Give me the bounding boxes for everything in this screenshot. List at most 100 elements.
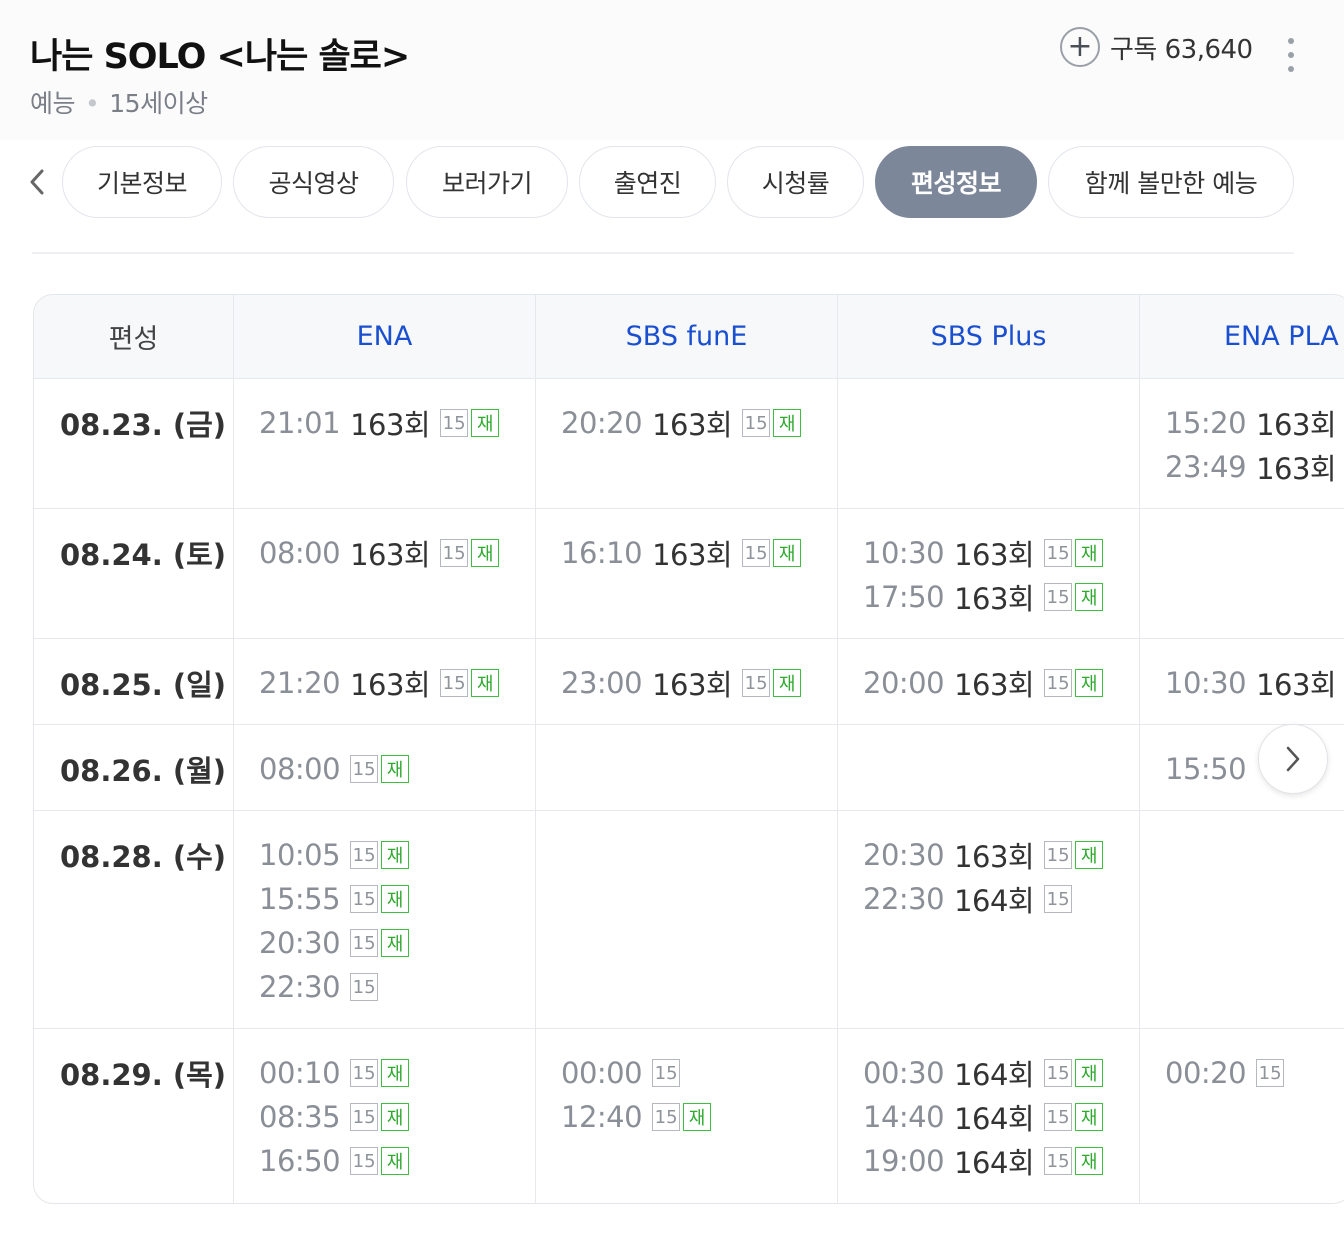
broadcast-entry[interactable]: 00:20 15 <box>1165 1051 1344 1095</box>
tab-cast[interactable]: 출연진 <box>579 146 716 218</box>
broadcast-time: 16:50 <box>259 1144 341 1178</box>
schedule-cell <box>838 725 1140 811</box>
age-rating-badge: 15 <box>350 973 379 1001</box>
schedule-cell: 00:30 164회 15 재 14:40 164회 15 재 19:00 164회 15 재 <box>838 1029 1140 1203</box>
broadcast-entry[interactable]: 22:30 164회 15 <box>863 877 1139 921</box>
episode-number: 163회 <box>350 668 431 702</box>
age-rating-badge: 15 <box>1256 1059 1285 1087</box>
broadcast-entry[interactable]: 00:10 15 재 <box>259 1051 535 1095</box>
rerun-badge: 재 <box>381 1147 410 1175</box>
schedule-date-label: 08.28. (수) <box>60 840 227 874</box>
broadcast-entry[interactable]: 23:49 163회 <box>1165 445 1344 489</box>
broadcast-time: 00:00 <box>561 1056 643 1090</box>
channel-header[interactable]: SBS Plus <box>838 295 1140 379</box>
broadcast-time: 23:49 <box>1165 450 1247 484</box>
age-rating-badge: 15 <box>350 1059 379 1087</box>
broadcast-entry[interactable]: 12:40 15 재 <box>561 1095 837 1139</box>
chevron-left-icon <box>30 169 44 195</box>
rerun-badge: 재 <box>1075 1103 1104 1131</box>
broadcast-entry[interactable]: 20:30 163회 15 재 <box>863 833 1139 877</box>
schedule-cell <box>838 379 1140 509</box>
broadcast-entry[interactable]: 15:20 163회 <box>1165 401 1344 445</box>
broadcast-time: 00:20 <box>1165 1056 1247 1090</box>
subscribe-button[interactable]: + 구독 63,640 <box>1060 27 1253 67</box>
tab-ratings[interactable]: 시청률 <box>727 146 864 218</box>
episode-number: 164회 <box>954 1102 1035 1136</box>
rerun-badge: 재 <box>381 841 410 869</box>
broadcast-entry[interactable]: 10:30 163회 <box>1165 661 1344 705</box>
table-next-button[interactable] <box>1258 724 1328 794</box>
broadcast-time: 16:10 <box>561 536 643 570</box>
separator-dot: • <box>85 89 100 118</box>
tab-watch[interactable]: 보러가기 <box>406 146 568 218</box>
broadcast-time: 17:50 <box>863 580 945 614</box>
age-rating-badge: 15 <box>440 539 469 567</box>
channel-header[interactable]: SBS funE <box>536 295 838 379</box>
schedule-cell: 10:05 15 재 15:55 15 재 20:30 15 재 22:30 15 <box>234 811 536 1029</box>
channel-header[interactable]: ENA <box>234 295 536 379</box>
broadcast-entry[interactable]: 08:00 15 재 <box>259 747 535 791</box>
schedule-date: 08.25. (일) <box>34 639 234 725</box>
episode-number: 163회 <box>954 582 1035 616</box>
broadcast-entry[interactable]: 14:40 164회 15 재 <box>863 1095 1139 1139</box>
broadcast-entry[interactable]: 23:00 163회 15 재 <box>561 661 837 705</box>
rerun-badge: 재 <box>773 409 802 437</box>
schedule-cell: 00:00 15 12:40 15 재 <box>536 1029 838 1203</box>
schedule-corner-header: 편성 <box>34 295 234 379</box>
broadcast-entry[interactable]: 21:01 163회 15 재 <box>259 401 535 445</box>
schedule-cell: 23:00 163회 15 재 <box>536 639 838 725</box>
broadcast-time: 12:40 <box>561 1100 643 1134</box>
age-rating-badge: 15 <box>742 539 771 567</box>
subscribe-count: 구독 63,640 <box>1110 34 1253 65</box>
more-vertical-icon[interactable] <box>1284 38 1298 72</box>
broadcast-entry[interactable]: 00:30 164회 15 재 <box>863 1051 1139 1095</box>
tab-similar-shows[interactable]: 함께 볼만한 예능 <box>1048 146 1294 218</box>
age-rating-badge: 15 <box>350 929 379 957</box>
age-rating-badge: 15 <box>350 841 379 869</box>
rerun-badge: 재 <box>1075 1059 1104 1087</box>
broadcast-entry[interactable]: 19:00 164회 15 재 <box>863 1139 1139 1183</box>
schedule-table: 편성 ENA SBS funE SBS Plus ENA PLA 08.23. (금) 21… <box>33 294 1344 1204</box>
rerun-badge: 재 <box>381 1059 410 1087</box>
schedule-cell: 00:20 15 <box>1140 1029 1344 1203</box>
rerun-badge: 재 <box>381 1103 410 1131</box>
tab-basic-info[interactable]: 기본정보 <box>62 146 222 218</box>
channel-header[interactable]: ENA PLA <box>1140 295 1344 379</box>
broadcast-time: 15:20 <box>1165 406 1247 440</box>
broadcast-entry[interactable]: 00:00 15 <box>561 1051 837 1095</box>
broadcast-time: 14:40 <box>863 1100 945 1134</box>
broadcast-entry[interactable]: 20:30 15 재 <box>259 921 535 965</box>
broadcast-entry[interactable]: 22:30 15 <box>259 965 535 1009</box>
age-rating-badge: 15 <box>652 1059 681 1087</box>
broadcast-entry[interactable]: 15:55 15 재 <box>259 877 535 921</box>
schedule-date: 08.29. (목) <box>34 1029 234 1203</box>
rerun-badge: 재 <box>471 669 500 697</box>
rerun-badge: 재 <box>1075 841 1104 869</box>
age-rating-badge: 15 <box>440 409 469 437</box>
episode-number: 163회 <box>954 668 1035 702</box>
age-rating-badge: 15 <box>1044 1059 1073 1087</box>
broadcast-time: 00:30 <box>863 1056 945 1090</box>
broadcast-entry[interactable]: 08:35 15 재 <box>259 1095 535 1139</box>
broadcast-entry[interactable]: 17:50 163회 15 재 <box>863 575 1139 619</box>
broadcast-entry[interactable]: 16:10 163회 15 재 <box>561 531 837 575</box>
age-rating-label: 15세이상 <box>109 89 208 118</box>
tabs-prev-button[interactable] <box>24 165 50 199</box>
tab-official-videos[interactable]: 공식영상 <box>233 146 394 218</box>
broadcast-entry[interactable]: 20:20 163회 15 재 <box>561 401 837 445</box>
broadcast-entry[interactable]: 10:30 163회 15 재 <box>863 531 1139 575</box>
schedule-cell: 21:01 163회 15 재 <box>234 379 536 509</box>
tab-schedule[interactable]: 편성정보 <box>875 146 1037 218</box>
broadcast-entry[interactable]: 16:50 15 재 <box>259 1139 535 1183</box>
episode-number: 163회 <box>652 408 733 442</box>
rerun-badge: 재 <box>381 929 410 957</box>
schedule-date: 08.23. (금) <box>34 379 234 509</box>
broadcast-entry[interactable]: 10:05 15 재 <box>259 833 535 877</box>
schedule-cell: 08:00 163회 15 재 <box>234 509 536 639</box>
broadcast-time: 23:00 <box>561 666 643 700</box>
genre-label: 예능 <box>30 89 76 118</box>
broadcast-entry[interactable]: 20:00 163회 15 재 <box>863 661 1139 705</box>
broadcast-entry[interactable]: 21:20 163회 15 재 <box>259 661 535 705</box>
episode-number: 163회 <box>350 538 431 572</box>
broadcast-entry[interactable]: 08:00 163회 15 재 <box>259 531 535 575</box>
